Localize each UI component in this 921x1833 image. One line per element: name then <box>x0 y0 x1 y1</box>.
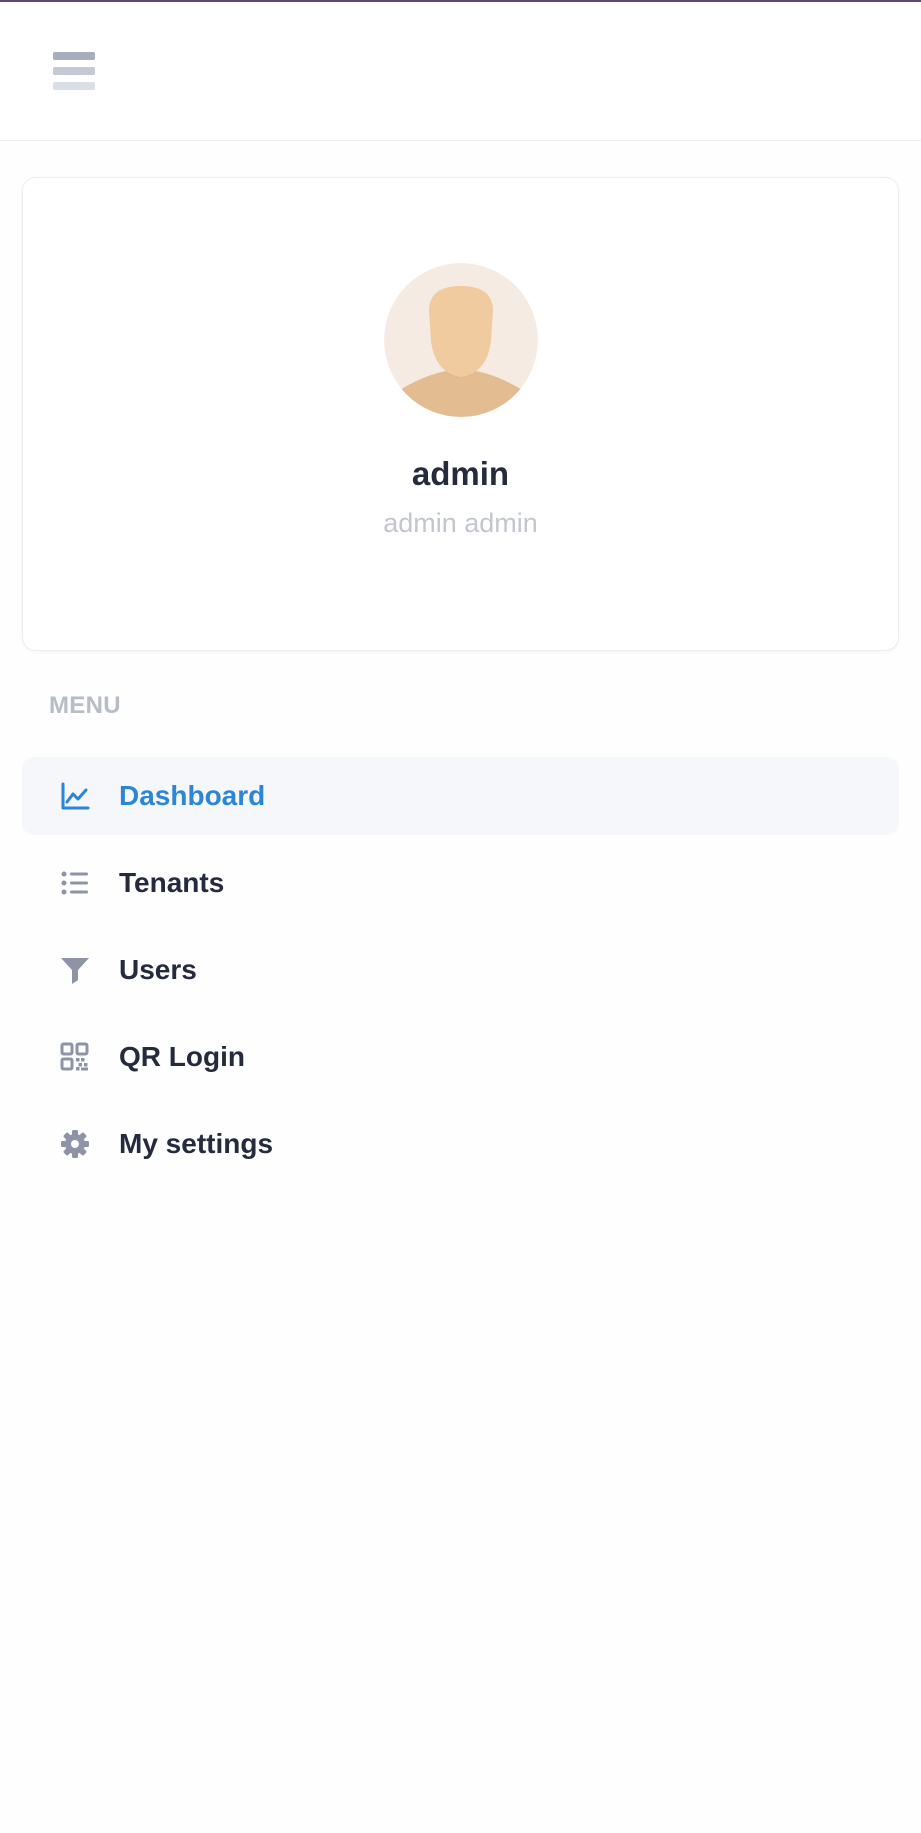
funnel-icon <box>60 955 90 985</box>
sidebar-item-qr-login[interactable]: QR Login <box>22 1018 899 1096</box>
qr-code-icon <box>60 1042 90 1072</box>
sidebar-item-users[interactable]: Users <box>22 931 899 1009</box>
gear-icon <box>60 1129 90 1159</box>
app-header <box>0 2 921 141</box>
menu-bar-middle <box>53 67 95 75</box>
avatar[interactable] <box>384 263 538 417</box>
profile-card: admin admin admin <box>22 177 899 651</box>
hamburger-menu-icon[interactable] <box>53 52 95 92</box>
sidebar-item-label: Dashboard <box>119 780 266 811</box>
chart-line-icon <box>60 781 90 811</box>
default-user-avatar-icon <box>384 263 538 417</box>
sidebar-item-label: Tenants <box>119 867 225 898</box>
sidebar-item-my-settings[interactable]: My settings <box>22 1105 899 1183</box>
menu-bar-top <box>53 52 95 60</box>
menu-heading: MENU <box>49 692 121 719</box>
sidebar-item-label: Users <box>119 954 197 985</box>
profile-full-name: admin admin <box>383 508 538 538</box>
profile-username: admin <box>411 455 510 492</box>
sidebar-item-tenants[interactable]: Tenants <box>22 844 899 922</box>
sidebar-item-label: My settings <box>119 1128 274 1159</box>
sidebar-item-label: QR Login <box>119 1041 245 1072</box>
menu-bar-bottom <box>53 82 95 90</box>
sidebar-item-dashboard[interactable]: Dashboard <box>22 757 899 835</box>
list-icon <box>60 868 90 898</box>
